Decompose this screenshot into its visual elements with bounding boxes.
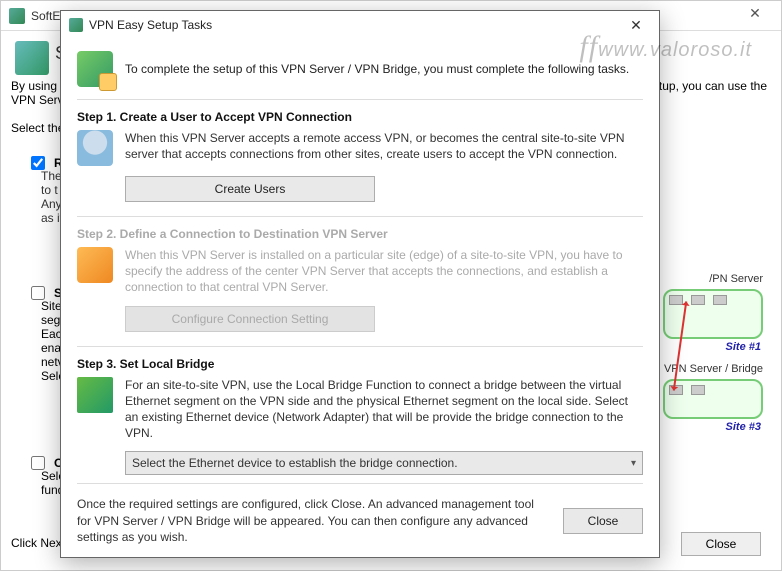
step1-row: When this VPN Server accepts a remote ac… — [77, 130, 643, 166]
parent-select-text: Select the — [11, 121, 64, 135]
user-icon — [77, 130, 113, 166]
step2-desc: When this VPN Server is installed on a p… — [125, 247, 643, 296]
step3-desc: For an site-to-site VPN, use the Local B… — [125, 377, 643, 442]
step3-title: Step 3. Set Local Bridge — [77, 357, 643, 371]
diagram-site3-label: Site #3 — [726, 421, 761, 433]
step3-row: For an site-to-site VPN, use the Local B… — [77, 377, 643, 442]
dialog-intro-text: To complete the setup of this VPN Server… — [125, 62, 629, 76]
network-icon — [77, 247, 113, 283]
divider — [77, 99, 643, 100]
click-next-text: Click Nex — [11, 536, 62, 550]
dialog-body: To complete the setup of this VPN Server… — [61, 39, 659, 555]
ethernet-select-placeholder: Select the Ethernet device to establish … — [132, 456, 458, 470]
dialog-footer: Once the required settings are configure… — [77, 496, 643, 545]
create-users-button[interactable]: Create Users — [125, 176, 375, 202]
parent-close-button-bottom[interactable]: Close — [681, 532, 761, 556]
diagram-site1-label: Site #1 — [726, 341, 761, 353]
dialog-title-icon — [69, 18, 83, 32]
remote-access-checkbox[interactable] — [31, 156, 45, 170]
diagram-site3-box — [663, 379, 763, 419]
step2-row: When this VPN Server is installed on a p… — [77, 247, 643, 296]
footer-note: Once the required settings are configure… — [77, 496, 547, 545]
diagram-vpn-bridge-label: VPN Server / Bridge — [664, 363, 763, 375]
step2-title: Step 2. Define a Connection to Destinati… — [77, 227, 643, 241]
dialog-title-bar: VPN Easy Setup Tasks ✕ — [61, 11, 659, 39]
dialog-close-x[interactable]: ✕ — [621, 17, 651, 34]
diagram-vpn-server-label: /PN Server — [709, 273, 763, 285]
network-card-icon — [77, 377, 113, 413]
vpn-easy-setup-dialog: VPN Easy Setup Tasks ✕ To complete the s… — [60, 10, 660, 558]
divider — [77, 346, 643, 347]
divider — [77, 216, 643, 217]
divider — [77, 483, 643, 484]
parent-header-icon — [15, 41, 49, 75]
ethernet-device-select[interactable]: Select the Ethernet device to establish … — [125, 451, 643, 475]
chevron-down-icon: ▾ — [631, 458, 636, 469]
other-checkbox[interactable] — [31, 456, 45, 470]
parent-close-button[interactable]: ✕ — [735, 5, 775, 27]
configure-connection-button: Configure Connection Setting — [125, 306, 375, 332]
app-icon — [9, 8, 25, 24]
dialog-intro: To complete the setup of this VPN Server… — [77, 51, 643, 87]
dialog-title: VPN Easy Setup Tasks — [89, 18, 212, 32]
step1-title: Step 1. Create a User to Accept VPN Conn… — [77, 110, 643, 124]
dialog-close-button[interactable]: Close — [563, 508, 643, 534]
diagram-site1-box — [663, 289, 763, 339]
step1-desc: When this VPN Server accepts a remote ac… — [125, 130, 643, 166]
site-to-site-checkbox[interactable] — [31, 286, 45, 300]
dialog-intro-icon — [77, 51, 113, 87]
